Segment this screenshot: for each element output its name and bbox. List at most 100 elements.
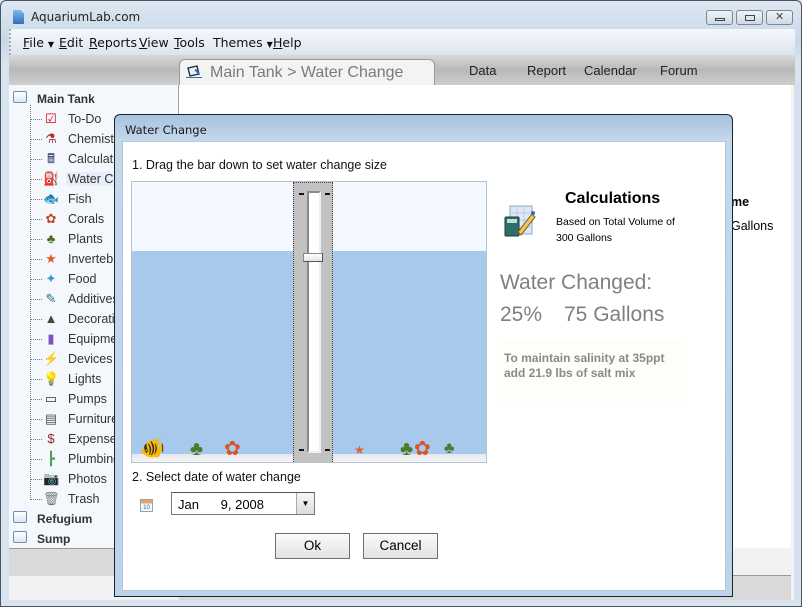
water-changed-gallons: 75 Gallons	[564, 303, 665, 326]
nav-forum[interactable]: Forum	[660, 63, 698, 78]
tree-connector	[30, 219, 42, 220]
tree-connector	[30, 319, 42, 320]
nav-report[interactable]: Report	[527, 63, 566, 78]
salinity-line: To maintain salinity at 35ppt	[504, 351, 665, 365]
pipe-icon: ┣	[47, 451, 55, 466]
calculations-title: Calculations	[565, 190, 661, 207]
menu-file[interactable]: File ▼	[23, 35, 54, 50]
sidebar-item-label: Furniture	[68, 412, 119, 426]
breadcrumb: Main Tank > Water Change	[210, 64, 404, 81]
minimize-button[interactable]	[706, 10, 733, 25]
app-document-icon	[13, 10, 24, 24]
date-value[interactable]: Jan 9, 2008	[178, 497, 264, 512]
background-value-fragment: Gallons	[731, 219, 774, 233]
tree-connector	[30, 399, 42, 400]
food-icon: ✦	[45, 271, 57, 286]
water-bucket-icon	[186, 65, 202, 78]
lightbulb-icon: 💡	[43, 371, 60, 386]
trash-icon: 🗑	[43, 491, 60, 506]
menu-edit-label: dit	[66, 35, 84, 50]
dropdown-arrow-icon[interactable]: ▼	[296, 493, 314, 514]
calculator-icon: 🖩	[47, 151, 55, 166]
tree-connector	[30, 159, 42, 160]
window-right-edge	[794, 85, 800, 600]
nav-data[interactable]: Data	[469, 63, 496, 78]
tree-root-label: Sump	[37, 532, 71, 546]
menu-edit-accel: E	[59, 35, 67, 50]
sidebar-item-label: Pumps	[68, 392, 107, 406]
maximize-icon	[745, 15, 755, 21]
tree-connector	[30, 119, 42, 120]
menu-help-accel: H	[273, 35, 283, 50]
coral-decoration-icon: ✿	[414, 438, 431, 460]
tree-connector	[30, 259, 42, 260]
dialog-body: 1. Drag the bar down to set water change…	[122, 141, 726, 591]
salt-amount-line: add 21.9 lbs of salt mix	[504, 366, 636, 380]
money-bag-icon: $	[47, 431, 55, 446]
date-picker[interactable]: Jan 9, 2008 ▼	[171, 492, 315, 515]
tank-icon	[13, 91, 27, 103]
close-button[interactable]: ✕	[766, 10, 793, 25]
menu-tools[interactable]: Tools	[174, 35, 205, 50]
menu-reports-label: eports	[97, 35, 137, 50]
equipment-icon: ▮	[47, 331, 55, 346]
water-change-dialog: Water Change 1. Drag the bar down to set…	[114, 114, 733, 597]
sidebar-item-label: Photos	[68, 472, 107, 486]
tree-root-label: Refugium	[37, 512, 93, 526]
fish-decoration-icon: 🐠	[140, 438, 165, 460]
tree-connector	[30, 299, 42, 300]
coral-icon: ✿	[45, 211, 57, 226]
menu-tools-label: ools	[179, 35, 205, 50]
calculations-basis: Based on Total Volume of 300 Gallons	[556, 214, 696, 246]
pump-icon: ▭	[44, 391, 58, 406]
menu-edit[interactable]: Edit	[59, 35, 83, 50]
calendar-icon[interactable]: 10	[140, 499, 153, 512]
sidebar-item-label: Additives	[68, 292, 119, 306]
minimize-icon	[715, 18, 725, 21]
tank-icon	[13, 531, 27, 543]
lightning-icon: ⚡	[43, 351, 60, 366]
menu-themes[interactable]: Themes ▼	[213, 35, 273, 50]
water-bucket-icon: ⛽	[43, 171, 60, 186]
maximize-button[interactable]	[736, 10, 763, 25]
plant-decoration-icon: ♣	[444, 440, 455, 457]
starfish-decoration-icon: ★	[354, 443, 365, 457]
slider-track[interactable]	[307, 191, 321, 453]
tree-connector	[30, 459, 42, 460]
sidebar-item-label: Plants	[68, 232, 103, 246]
water-changed-percent: 25%	[500, 303, 543, 326]
furniture-icon: ▤	[44, 411, 58, 426]
menu-view-label: iew	[147, 35, 169, 50]
menu-help[interactable]: Help	[273, 35, 302, 50]
plant-icon: ♣	[46, 231, 56, 246]
tree-connector	[30, 479, 42, 480]
fish-icon: 🐟	[43, 191, 60, 206]
step2-label: 2. Select date of water change	[132, 470, 301, 484]
ok-button[interactable]: Ok	[275, 533, 350, 559]
syringe-icon: ✎	[45, 291, 57, 306]
step1-label: 1. Drag the bar down to set water change…	[132, 158, 388, 172]
sidebar-item-label: Food	[68, 272, 97, 286]
slider-thumb[interactable]	[303, 253, 323, 262]
slider-tick	[299, 193, 304, 195]
sidebar-item-label: Devices	[68, 352, 113, 366]
chevron-down-icon: ▼	[266, 40, 273, 49]
salt-mix-note: To maintain salinity at 35ppt add 21.9 l…	[497, 341, 687, 401]
tree-connector	[30, 339, 42, 340]
breadcrumb-tab[interactable]: Main Tank > Water Change	[179, 59, 435, 85]
tree-connector	[30, 359, 42, 360]
menu-view[interactable]: View	[139, 35, 169, 50]
menu-file-label: ile	[29, 35, 44, 50]
total-volume: 300 Gallons	[556, 232, 613, 244]
cancel-button[interactable]: Cancel	[363, 533, 438, 559]
calculator-icon	[504, 205, 536, 237]
background-heading-fragment: me	[731, 195, 750, 209]
menu-themes-label: Themes	[213, 35, 263, 50]
nav-strip: Main Tank > Water Change Data Report Cal…	[9, 55, 795, 85]
menu-reports[interactable]: Reports	[89, 35, 137, 50]
slider-tick	[299, 449, 304, 451]
water-change-slider[interactable]	[293, 182, 333, 462]
sidebar-item-label: To-Do	[68, 112, 102, 126]
plant-decoration-icon: ♣	[190, 438, 204, 460]
nav-calendar[interactable]: Calendar	[584, 63, 637, 78]
